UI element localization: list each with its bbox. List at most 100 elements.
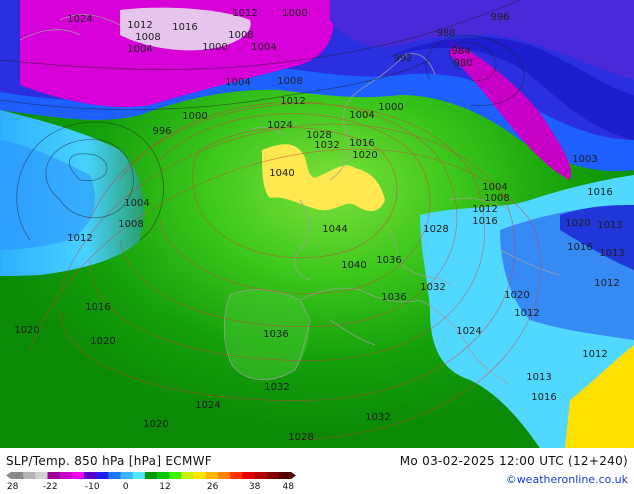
colorbar-segment (23, 472, 36, 479)
isobar-label: 1020 (352, 150, 377, 161)
isobar-label: 1040 (269, 168, 294, 179)
isobar-label: 1000 (202, 42, 227, 53)
isobar-label: 1013 (599, 248, 624, 259)
isobar-label: 1036 (263, 329, 288, 340)
isobar-label: 1032 (420, 282, 445, 293)
colorbar-segment (11, 472, 24, 479)
isobar-label: 1012 (582, 349, 607, 360)
colorbar-segment (144, 472, 158, 479)
isobar-label: 1012 (127, 20, 152, 31)
isobar-label: 1040 (341, 260, 366, 271)
isobar-label: 1013 (526, 372, 551, 383)
temperature-colorbar: -28 -22 -10 0 12 26 38 48 (4, 471, 296, 492)
colorbar-segment (71, 472, 85, 479)
isobar-label: 984 (451, 46, 470, 57)
colorbar-segment (181, 472, 195, 479)
colorbar-segment (96, 472, 109, 479)
colorbar-right-arrow (291, 472, 296, 479)
isobar-label: 1012 (232, 8, 257, 19)
colorbar-tick-label: -28 (6, 482, 19, 490)
isobar-label: 1012 (472, 204, 497, 215)
colorbar-segment (47, 472, 61, 479)
isobar-label: 1008 (228, 30, 253, 41)
colorbar-segment (120, 472, 134, 479)
isobar-label: 1020 (143, 419, 168, 430)
isobar-label: 1024 (267, 120, 292, 131)
colorbar-tick-label: -22 (43, 482, 58, 490)
isobar-label: 1016 (531, 392, 556, 403)
colorbar-segment (108, 472, 122, 479)
colorbar-tick-label: -10 (85, 482, 100, 490)
colorbar-tick-label: 0 (123, 482, 129, 490)
isobar-label: 980 (453, 58, 472, 69)
isobar-label: 1004 (124, 198, 149, 209)
isobar-label: 1008 (277, 76, 302, 87)
isobar-label: 1000 (182, 111, 207, 122)
isobar-label: 1024 (195, 400, 220, 411)
map-title: SLP/Temp. 850 hPa [hPa] ECMWF (6, 454, 212, 468)
isobar-label: 1008 (484, 193, 509, 204)
isobar-label: 1036 (376, 255, 401, 266)
isobar-label: 1012 (514, 308, 539, 319)
isobar-label: 1020 (14, 325, 39, 336)
isobar-label: 1004 (482, 182, 507, 193)
colorbar-segment (157, 472, 170, 479)
colorbar-segment (59, 472, 73, 479)
isobar-label: 1032 (365, 412, 390, 423)
colorbar-segment (193, 472, 207, 479)
isobar-label: 1004 (127, 44, 152, 55)
isobar-label: 1016 (85, 302, 110, 313)
colorbar-segment (278, 472, 292, 479)
isobar-label: 1004 (349, 110, 374, 121)
colorbar-segment (230, 472, 243, 479)
colorbar-tick-label: 38 (249, 482, 261, 490)
isobar-label: 1012 (67, 233, 92, 244)
colorbar-segment (217, 472, 231, 479)
isobar-label: 1036 (381, 292, 406, 303)
isobar-label: 1013 (597, 220, 622, 231)
isobar-label: 1008 (118, 219, 143, 230)
isobar-label: 1016 (349, 138, 374, 149)
isobar-label: 1008 (135, 32, 160, 43)
isobar-label: 1020 (504, 290, 529, 301)
weather-map: 1024 1012 1016 1012 1000 1008 1004 1000 1008 1004… (0, 0, 634, 448)
isobar-label: 1020 (565, 218, 590, 229)
isobar-label: 1032 (264, 382, 289, 393)
isobar-label: 1012 (280, 96, 305, 107)
isobar-label: 1028 (288, 432, 313, 443)
isobar-label: 1028 (423, 224, 448, 235)
isobar-label: 1000 (282, 8, 307, 19)
isobar-label: 1016 (567, 242, 592, 253)
isobar-label: 1016 (587, 187, 612, 198)
isobar-label: 996 (490, 12, 509, 23)
colorbar-segment (254, 472, 268, 479)
colorbar-tick-label: 12 (159, 482, 170, 490)
colorbar-segment (169, 472, 182, 479)
isobar-label: 1032 (314, 140, 339, 151)
isobar-label: 1044 (322, 224, 347, 235)
isobar-label: 996 (152, 126, 171, 137)
isobar-label: 1003 (572, 154, 597, 165)
colorbar-tick-label: 26 (207, 482, 219, 490)
valid-time: Mo 03-02-2025 12:00 UTC (12+240) (399, 454, 628, 468)
colorbar-segment (205, 472, 219, 479)
colorbar-left-arrow (6, 472, 11, 479)
isobar-label: 1012 (594, 278, 619, 289)
credit-link[interactable]: ©weatheronline.co.uk (506, 473, 628, 486)
isobar-label: 1020 (90, 336, 115, 347)
isobar-label: 1024 (67, 14, 92, 25)
isobar-label: 1016 (172, 22, 197, 33)
colorbar-segment (266, 472, 280, 479)
colorbar-segment (35, 472, 49, 479)
colorbar-segment (242, 472, 255, 479)
isobar-label: 988 (436, 28, 455, 39)
isobar-label: 1000 (378, 102, 403, 113)
isobar-label: 1016 (472, 216, 497, 227)
colorbar-segment (132, 472, 146, 479)
footer-bar: SLP/Temp. 850 hPa [hPa] ECMWF Mo 03-02-2… (0, 448, 634, 492)
colorbar-tick-label: 48 (282, 482, 294, 490)
isobar-label: 1024 (456, 326, 481, 337)
colorbar-segment (84, 472, 97, 479)
isobar-label: 1004 (225, 77, 250, 88)
isobar-label: 1004 (251, 42, 276, 53)
